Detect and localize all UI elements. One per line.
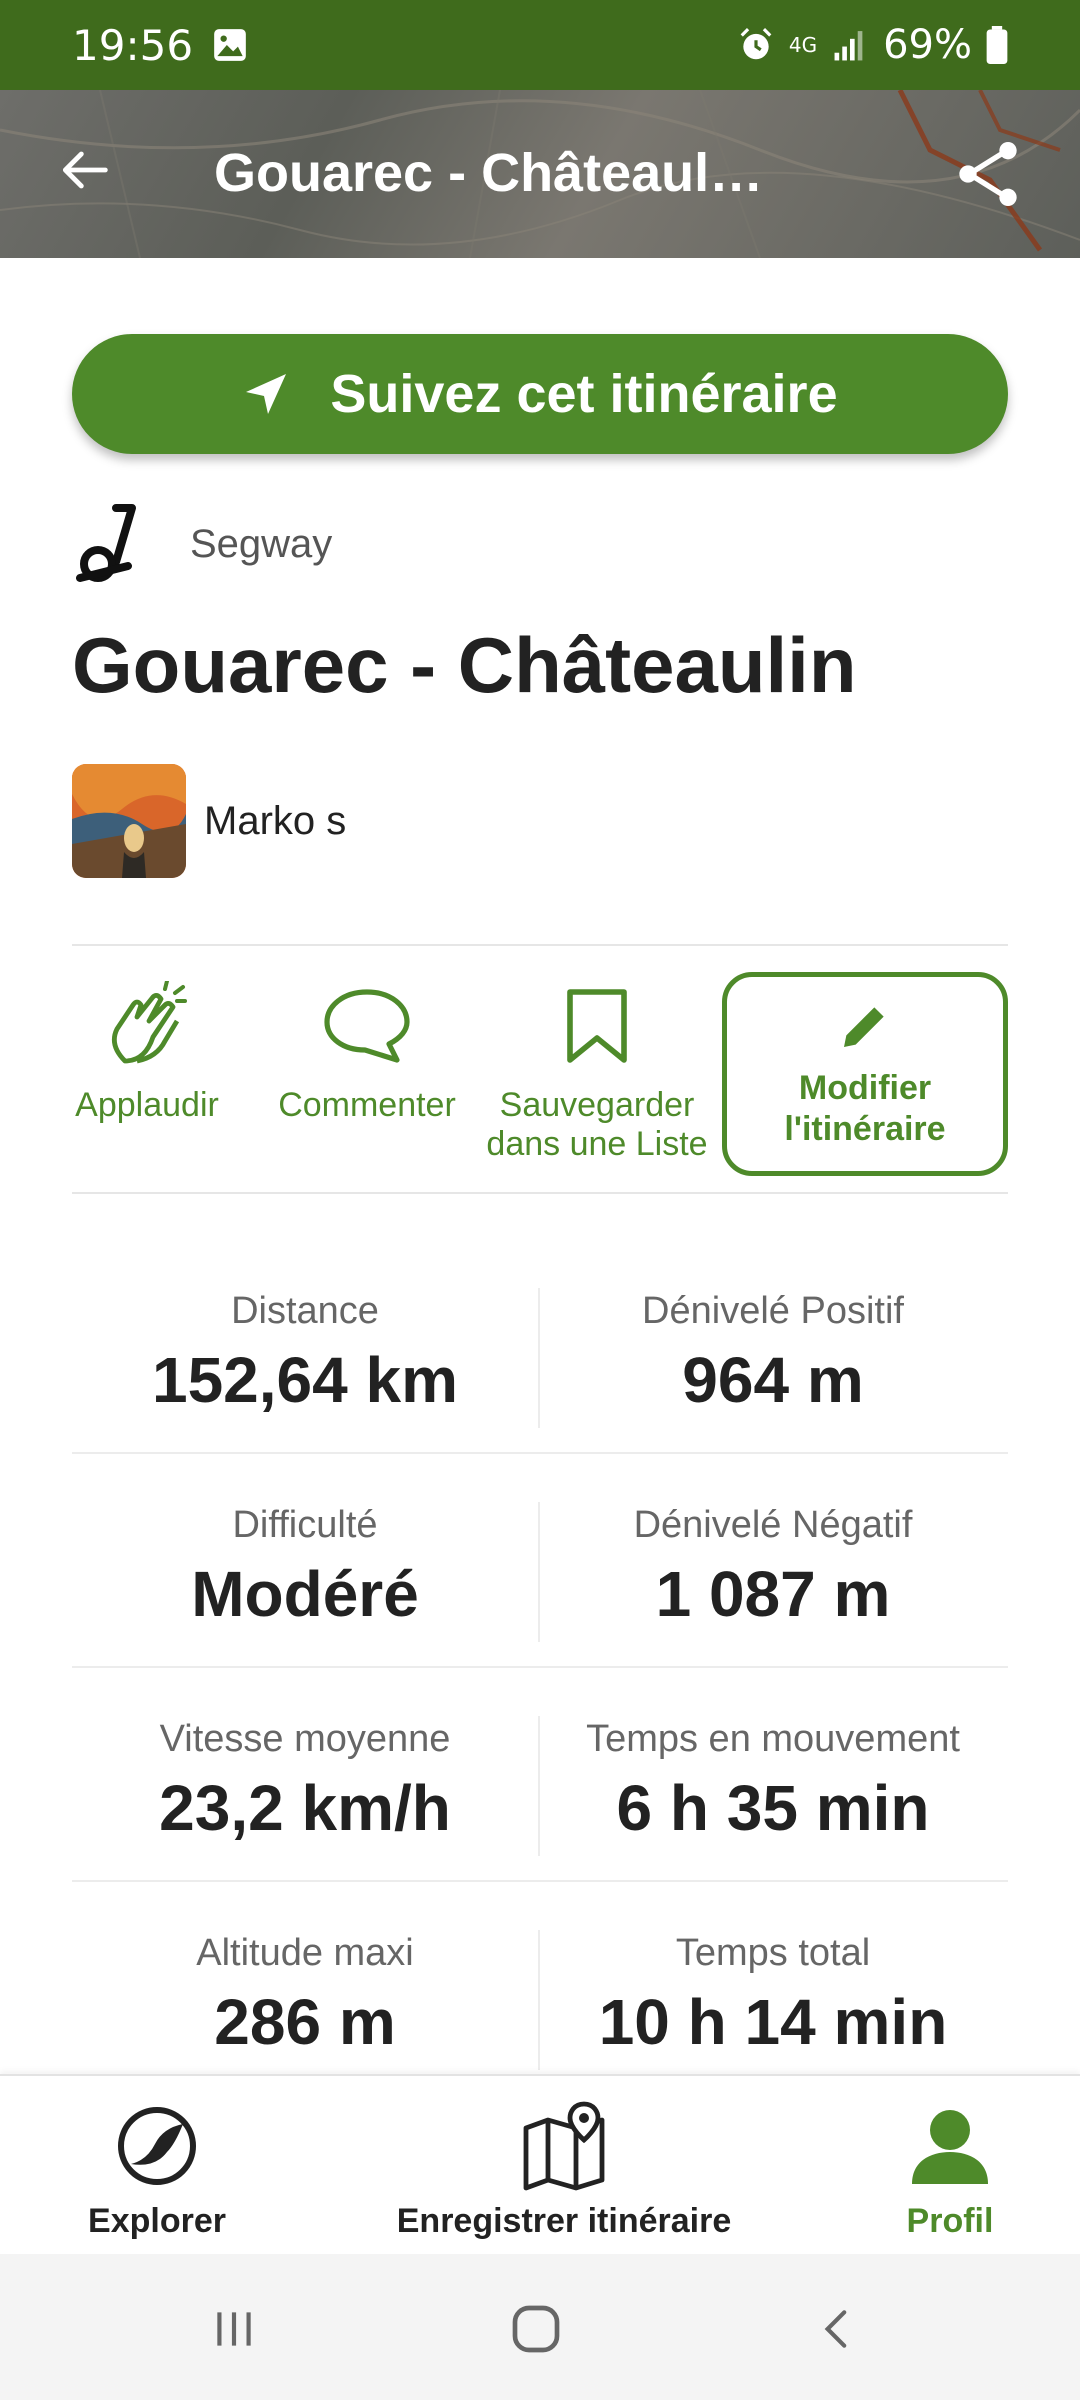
edit-route-button[interactable]: Modifier l'itinéraire: [722, 972, 1008, 1176]
applaud-button[interactable]: Applaudir: [72, 976, 222, 1125]
clap-icon: [111, 981, 187, 1064]
system-back-button[interactable]: [798, 2294, 878, 2364]
app-bar: Gouarec - Châteaul…: [0, 90, 1080, 258]
stat-row: Distance 152,64 km Dénivelé Positif 964 …: [72, 1240, 1008, 1454]
segway-icon: [76, 504, 136, 582]
system-navigation-bar: [0, 2254, 1080, 2400]
status-bar: 19:56 4G 69%: [0, 0, 1080, 90]
activity-label: Segway: [190, 521, 333, 566]
stat-row: Altitude maxi 286 m Temps total 10 h 14 …: [72, 1882, 1008, 2096]
pencil-icon: [844, 1007, 884, 1048]
app-bar-title: Gouarec - Châteaul…: [214, 143, 764, 203]
actions-row: Applaudir Commenter Sauvegarder dans une…: [72, 946, 1008, 1194]
stat-row: Difficulté Modéré Dénivelé Négatif 1 087…: [72, 1454, 1008, 1668]
stat-max-altitude: Altitude maxi 286 m: [72, 1932, 538, 2059]
stats-grid: Distance 152,64 km Dénivelé Positif 964 …: [72, 1240, 1008, 2096]
back-button[interactable]: [48, 134, 120, 206]
author[interactable]: Marko s: [72, 764, 346, 878]
nav-record-route[interactable]: Enregistrer itinéraire: [378, 2096, 750, 2241]
edit-label-line1: Modifier: [798, 1069, 932, 1108]
home-button[interactable]: [496, 2294, 576, 2364]
stat-label: Temps en mouvement: [586, 1718, 960, 1760]
stat-label: Dénivelé Positif: [642, 1290, 904, 1332]
comment-bubble-icon: [324, 989, 410, 1063]
recent-apps-button[interactable]: [194, 2294, 274, 2364]
stat-row: Vitesse moyenne 23,2 km/h Temps en mouve…: [72, 1668, 1008, 1882]
map-pin-icon: [523, 2101, 605, 2191]
battery-icon: [986, 26, 1008, 64]
stat-moving-time: Temps en mouvement 6 h 35 min: [540, 1718, 1006, 1845]
save-to-list-button[interactable]: Sauvegarder dans une Liste: [482, 976, 712, 1164]
follow-route-label: Suivez cet itinéraire: [330, 364, 838, 424]
stat-elevation-loss: Dénivelé Négatif 1 087 m: [540, 1504, 1006, 1631]
save-label-line2: dans une Liste: [486, 1125, 708, 1164]
recent-apps-icon: [217, 2312, 251, 2346]
home-icon: [512, 2305, 560, 2353]
stat-value: 286 m: [214, 1986, 396, 2058]
divider: [72, 1192, 1008, 1194]
nav-profile-label: Profil: [906, 2202, 994, 2240]
bookmark-icon: [567, 989, 627, 1063]
stat-value: 10 h 14 min: [598, 1986, 948, 2058]
author-name[interactable]: Marko s: [204, 799, 346, 844]
stat-value: 964 m: [682, 1344, 864, 1416]
nav-explore-label: Explorer: [88, 2202, 226, 2240]
nav-record-label: Enregistrer itinéraire: [396, 2202, 732, 2240]
edit-label-line2: l'itinéraire: [784, 1110, 946, 1148]
arrow-back-icon: [62, 151, 108, 189]
signal-icon: [834, 31, 863, 61]
stat-label: Distance: [231, 1290, 379, 1332]
navigation-arrow-icon: [246, 374, 287, 414]
avatar[interactable]: [72, 764, 186, 878]
stat-label: Difficulté: [232, 1504, 378, 1546]
network-type: 4G: [788, 33, 818, 57]
share-button[interactable]: [948, 134, 1028, 214]
stat-elevation-gain: Dénivelé Positif 964 m: [540, 1290, 1006, 1417]
comment-label: Commenter: [278, 1086, 456, 1124]
route-title: Gouarec - Châteaulin: [72, 621, 857, 709]
stat-value: 23,2 km/h: [159, 1772, 451, 1844]
stat-total-time: Temps total 10 h 14 min: [540, 1932, 1006, 2059]
applaud-label: Applaudir: [75, 1086, 219, 1124]
status-time: 19:56: [72, 20, 194, 70]
share-icon: [959, 142, 1017, 206]
follow-route-button[interactable]: Suivez cet itinéraire: [72, 334, 1008, 454]
nav-explore[interactable]: Explorer: [82, 2096, 232, 2241]
nav-profile[interactable]: Profil: [880, 2096, 1020, 2241]
alarm-icon: [740, 28, 772, 60]
stat-distance: Distance 152,64 km: [72, 1290, 538, 1417]
stat-label: Temps total: [675, 1932, 871, 1974]
stat-difficulty: Difficulté Modéré: [72, 1504, 538, 1631]
save-label-line1: Sauvegarder: [499, 1086, 695, 1124]
person-icon: [912, 2110, 988, 2184]
stat-value: Modéré: [191, 1558, 419, 1630]
gallery-icon: [214, 29, 246, 61]
comment-button[interactable]: Commenter: [272, 976, 462, 1125]
stat-label: Vitesse moyenne: [159, 1718, 451, 1760]
battery-percent: 69%: [883, 22, 972, 68]
chevron-left-icon: [824, 2310, 847, 2348]
stat-value: 6 h 35 min: [616, 1772, 930, 1844]
stat-value: 152,64 km: [151, 1344, 459, 1416]
stat-average-speed: Vitesse moyenne 23,2 km/h: [72, 1718, 538, 1845]
explore-logo-icon: [118, 2107, 196, 2185]
activity-type: Segway: [72, 502, 332, 586]
stat-label: Dénivelé Négatif: [633, 1504, 913, 1546]
stat-label: Altitude maxi: [196, 1932, 414, 1974]
bottom-navigation: Explorer Enregistrer itinéraire Profil: [0, 2074, 1080, 2254]
stat-value: 1 087 m: [655, 1558, 891, 1630]
